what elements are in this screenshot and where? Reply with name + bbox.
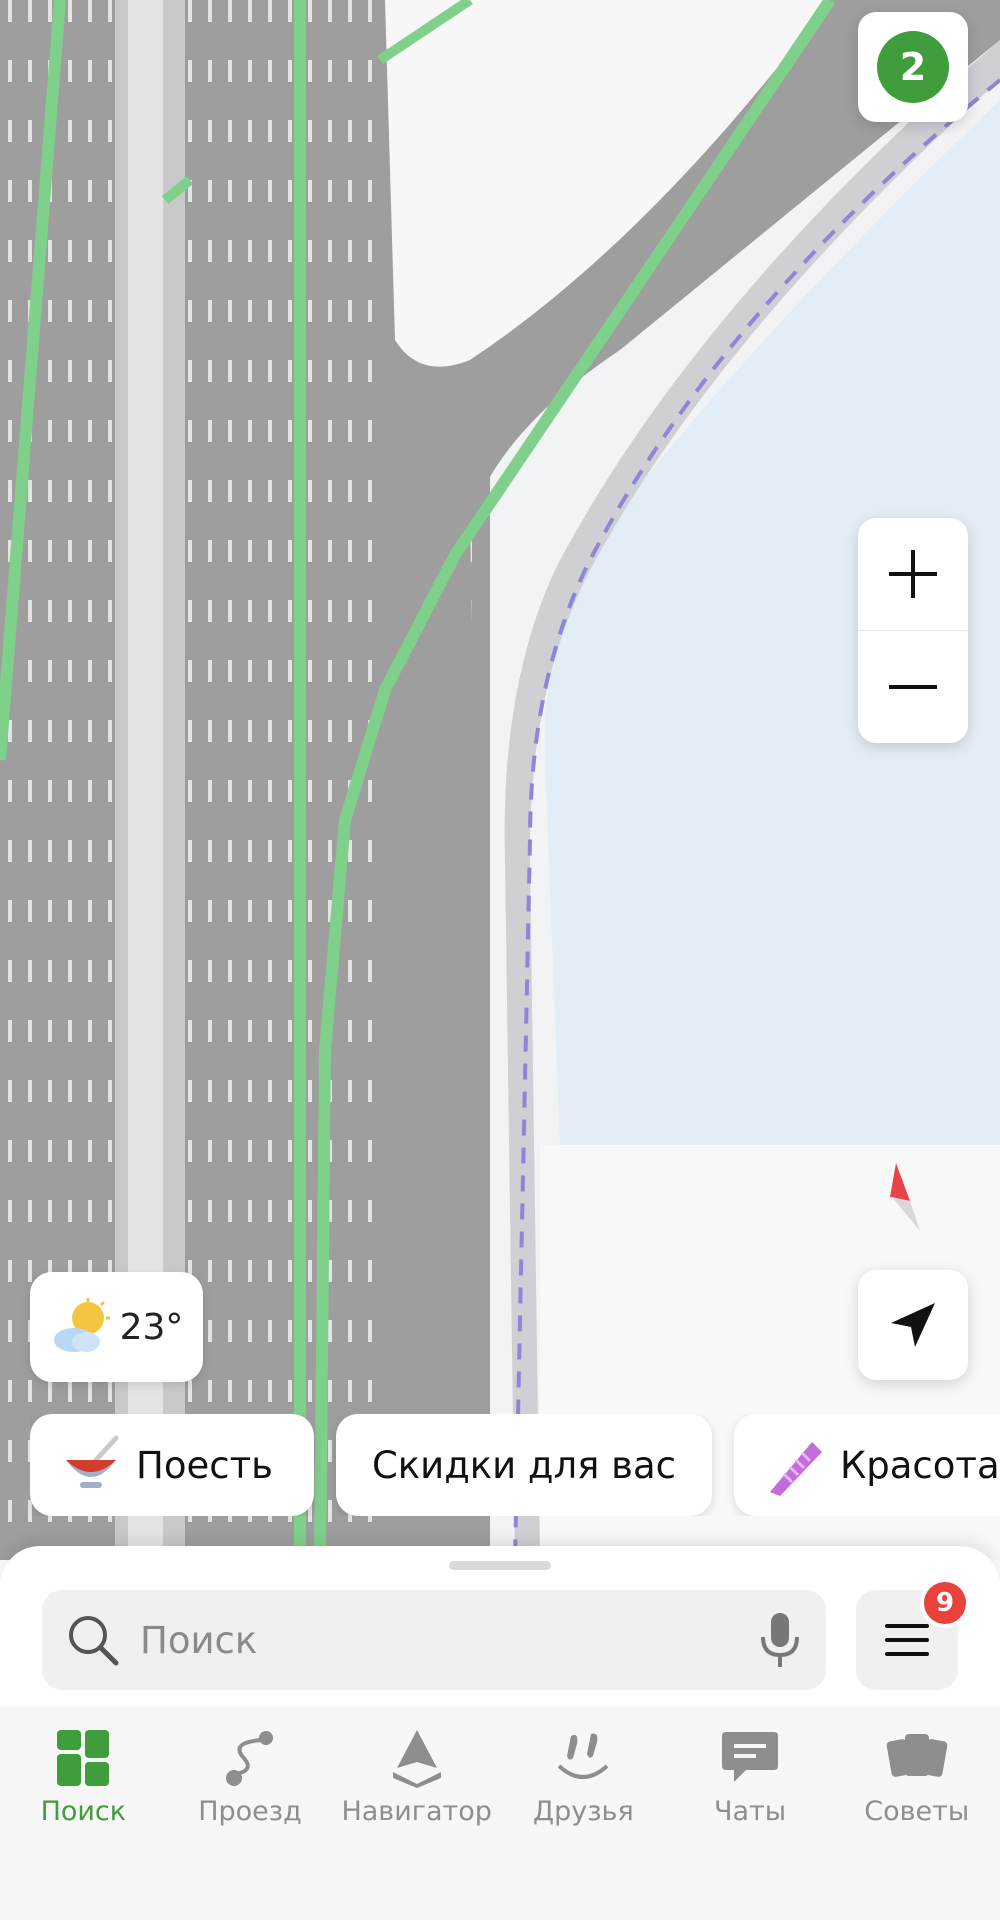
compass-button[interactable] [880,1155,940,1235]
weather-temperature: 23° [119,1306,184,1348]
hamburger-menu-icon [885,1624,929,1656]
weather-chip[interactable]: 23° [30,1272,203,1382]
category-label: Скидки для вас [371,1443,677,1487]
tab-label: Навигатор [341,1796,492,1827]
route-icon [226,1731,273,1786]
sun-behind-cloud-icon [53,1298,110,1352]
grid-icon [57,1730,110,1786]
notification-badge: 9 [920,1578,970,1628]
tab-label: Советы [864,1796,970,1827]
microphone-icon[interactable] [758,1611,802,1669]
traffic-button[interactable]: 2 [858,12,968,122]
menu-button[interactable]: 9 [856,1578,970,1690]
tab-label: Проезд [198,1796,302,1827]
plus-icon [889,550,937,598]
search-icon [69,1616,119,1666]
tab-friends[interactable]: Друзья [500,1726,667,1920]
chat-icon [722,1732,779,1782]
bowl-icon [66,1435,119,1488]
zoom-in-button[interactable] [858,518,968,630]
category-chips: Поесть Скидки для вас Красота [30,1414,1000,1516]
zoom-out-button[interactable] [858,631,968,743]
sheet-drag-handle[interactable] [449,1561,551,1570]
tab-tips[interactable]: Советы [833,1726,1000,1920]
search-input[interactable]: Поиск [42,1590,826,1690]
tab-navigator[interactable]: Навигатор [333,1726,500,1920]
tab-label: Чаты [713,1796,787,1827]
location-arrow-icon [891,1303,935,1347]
tab-chats[interactable]: Чаты [667,1726,834,1920]
category-label: Красота [840,1443,1000,1487]
tab-bar: Поиск Проезд Навигатор Друзья Чаты Совет… [0,1706,1000,1920]
tab-route[interactable]: Проезд [167,1726,334,1920]
compass-icon [890,1163,920,1231]
zoom-controls [858,518,968,743]
friends-icon [557,1733,609,1779]
minus-icon [889,685,937,689]
category-chip-discounts[interactable]: Скидки для вас [336,1414,712,1516]
navigator-icon [392,1730,441,1788]
comb-icon [770,1442,822,1496]
my-location-button[interactable] [858,1270,968,1380]
category-label: Поесть [136,1443,273,1487]
tab-search[interactable]: Поиск [0,1726,167,1920]
category-chip-beauty[interactable]: Красота [734,1414,1000,1516]
tips-icon [886,1734,948,1777]
tab-label: Друзья [532,1796,634,1827]
search-placeholder: Поиск [140,1618,258,1662]
traffic-level-badge: 2 [877,31,949,103]
tab-label: Поиск [40,1796,127,1827]
category-chip-eat[interactable]: Поесть [30,1414,314,1516]
